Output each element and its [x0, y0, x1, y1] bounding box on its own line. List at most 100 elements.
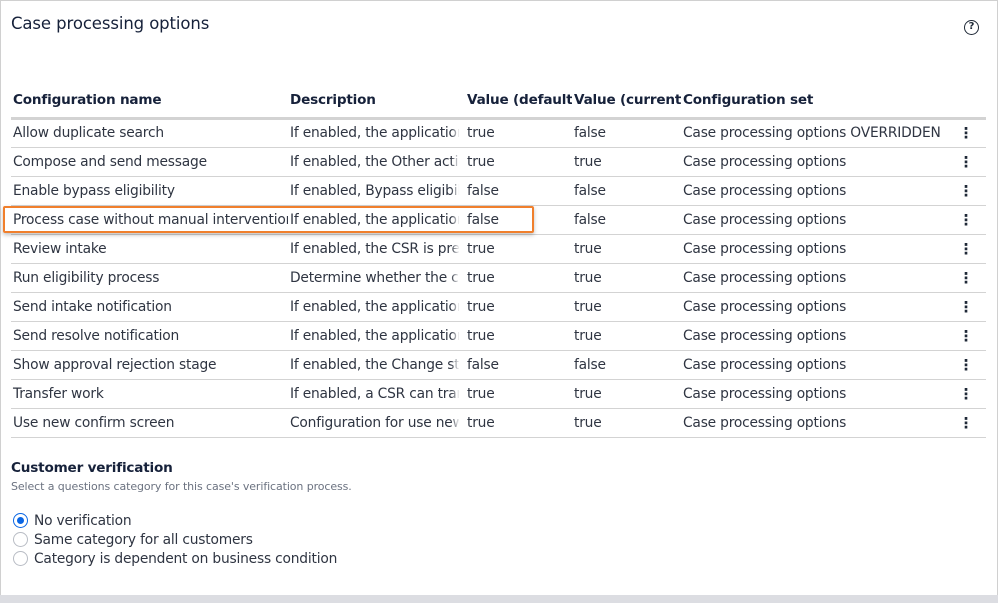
row-menu-icon[interactable]: ⋮	[946, 263, 986, 293]
value-default-cell: true	[465, 147, 572, 177]
table-row[interactable]: Send intake notification If enabled, the …	[11, 292, 986, 322]
table-row[interactable]: Send resolve notification If enabled, the…	[11, 321, 986, 351]
value-default-cell: true	[465, 263, 572, 293]
configuration-set-cell: Case processing options	[681, 176, 946, 206]
page-title: Case processing options	[11, 14, 210, 33]
value-current-cell: true	[572, 234, 681, 264]
configuration-name-cell[interactable]: Compose and send message	[11, 147, 288, 177]
configuration-set-label: Case processing options OVERRIDDEN	[683, 125, 941, 141]
row-menu-icon[interactable]: ⋮	[946, 379, 986, 409]
table-row[interactable]: Compose and send message If enabled, the …	[11, 147, 986, 177]
radio-button[interactable]	[13, 513, 28, 528]
radio-option-no-verification[interactable]: No verification	[11, 511, 337, 530]
row-menu-icon[interactable]: ⋮	[946, 350, 986, 380]
radio-option-same-category[interactable]: Same category for all customers	[11, 530, 337, 549]
description-cell: If enabled, the CSR is presented	[288, 234, 465, 264]
table-row[interactable]: Allow duplicate search If enabled, the ap…	[11, 118, 986, 148]
description-cell: If enabled, the application	[288, 292, 465, 322]
radio-label[interactable]: No verification	[34, 513, 132, 529]
row-menu-icon[interactable]: ⋮	[946, 234, 986, 264]
bottom-bar	[0, 595, 998, 603]
customer-verification-title: Customer verification	[11, 460, 173, 476]
value-current-cell: false	[572, 350, 681, 380]
configuration-name-cell[interactable]: Show approval rejection stage	[11, 350, 288, 380]
column-header-description[interactable]: Description	[288, 83, 465, 120]
value-default-cell: true	[465, 379, 572, 409]
radio-label[interactable]: Same category for all customers	[34, 532, 253, 548]
value-current-cell: true	[572, 263, 681, 293]
row-menu-icon[interactable]: ⋮	[946, 147, 986, 177]
radio-button[interactable]	[13, 551, 28, 566]
configuration-set-label: Case processing options	[683, 240, 847, 257]
table-row[interactable]: Show approval rejection stage If enabled,…	[11, 350, 986, 380]
configuration-set-cell: Case processing options	[681, 321, 946, 351]
value-default-cell: true	[465, 321, 572, 351]
configuration-name-cell[interactable]: Send intake notification	[11, 292, 288, 322]
column-header-value-default[interactable]: Value (default)	[465, 83, 572, 120]
row-menu-icon[interactable]: ⋮	[946, 205, 986, 235]
value-default-cell: true	[465, 234, 572, 264]
configuration-set-label: Case processing options	[683, 414, 847, 431]
configuration-name-cell[interactable]: Transfer work	[11, 379, 288, 409]
description-cell: If enabled, the application	[288, 321, 465, 351]
customer-verification-subtitle: Select a questions category for this cas…	[11, 480, 352, 493]
row-menu-icon[interactable]: ⋮	[946, 321, 986, 351]
radio-label[interactable]: Category is dependent on business condit…	[34, 551, 337, 567]
configuration-set-cell: Case processing options	[681, 350, 946, 380]
description-cell: If enabled, the Change stage	[288, 350, 465, 380]
configuration-set-cell: Case processing options	[681, 263, 946, 293]
configuration-set-cell: Case processing options	[681, 234, 946, 264]
configuration-name-cell[interactable]: Use new confirm screen	[11, 408, 288, 438]
configuration-set-label: Case processing options	[683, 269, 847, 286]
value-current-cell: true	[572, 292, 681, 322]
description-cell: If enabled, a CSR can transfer	[288, 379, 465, 409]
help-icon[interactable]: ?	[964, 20, 979, 35]
table-row[interactable]: Transfer workIf enabled, a CSR can trans…	[11, 379, 986, 409]
row-menu-icon[interactable]: ⋮	[946, 408, 986, 438]
configuration-name-cell[interactable]: Enable bypass eligibility	[11, 176, 288, 206]
configuration-set-label: Case processing options	[683, 356, 847, 373]
configuration-name-cell[interactable]: Send resolve notification	[11, 321, 288, 351]
table-row[interactable]: Review intake If enabled, the CSR is pres…	[11, 234, 986, 264]
value-current-cell: true	[572, 408, 681, 438]
column-header-configuration-name[interactable]: Configuration name	[11, 83, 288, 120]
configuration-table: Configuration name Description Value (de…	[11, 83, 986, 438]
column-header-value-current[interactable]: Value (current)	[572, 83, 681, 120]
description-cell: If enabled, the application	[288, 205, 465, 235]
value-current-cell: true	[572, 147, 681, 177]
radio-button[interactable]	[13, 532, 28, 547]
configuration-set-label: Case processing options	[683, 211, 847, 228]
radio-option-business-condition[interactable]: Category is dependent on business condit…	[11, 549, 337, 568]
row-menu-icon[interactable]: ⋮	[946, 292, 986, 322]
configuration-name-cell[interactable]: Process case without manual intervention	[11, 205, 288, 235]
table-row[interactable]: Process case without manual intervention…	[11, 205, 986, 235]
value-default-cell: true	[465, 292, 572, 322]
table-row[interactable]: Enable bypass eligibility If enabled, Byp…	[11, 176, 986, 206]
row-menu-icon[interactable]: ⋮	[946, 118, 986, 148]
value-default-cell: false	[465, 205, 572, 235]
configuration-name-cell[interactable]: Review intake	[11, 234, 288, 264]
configuration-set-label: Case processing options	[683, 385, 847, 402]
value-default-cell: true	[465, 118, 572, 148]
value-current-cell: false	[572, 205, 681, 235]
value-default-cell: true	[465, 408, 572, 438]
configuration-set-label: Case processing options	[683, 182, 847, 199]
column-header-configuration-set[interactable]: Configuration set	[681, 83, 946, 120]
configuration-set-cell: Case processing options	[681, 292, 946, 322]
configuration-set-label: Case processing options	[683, 153, 847, 170]
value-current-cell: false	[572, 118, 681, 148]
value-default-cell: false	[465, 350, 572, 380]
configuration-name-cell[interactable]: Allow duplicate search	[11, 118, 288, 148]
description-cell: If enabled, Bypass eligibility	[288, 176, 465, 206]
table-row[interactable]: Run eligibility process Determine whether…	[11, 263, 986, 293]
configuration-set-label: Case processing options	[683, 327, 847, 344]
verification-radio-group: No verification Same category for all cu…	[11, 511, 337, 568]
description-cell: Configuration for use new	[288, 408, 465, 438]
value-current-cell: true	[572, 321, 681, 351]
configuration-name-cell[interactable]: Run eligibility process	[11, 263, 288, 293]
table-header-row: Configuration name Description Value (de…	[11, 83, 986, 120]
column-header-actions	[946, 83, 986, 120]
table-row[interactable]: Use new confirm screen Configuration for …	[11, 408, 986, 438]
value-current-cell: false	[572, 176, 681, 206]
row-menu-icon[interactable]: ⋮	[946, 176, 986, 206]
